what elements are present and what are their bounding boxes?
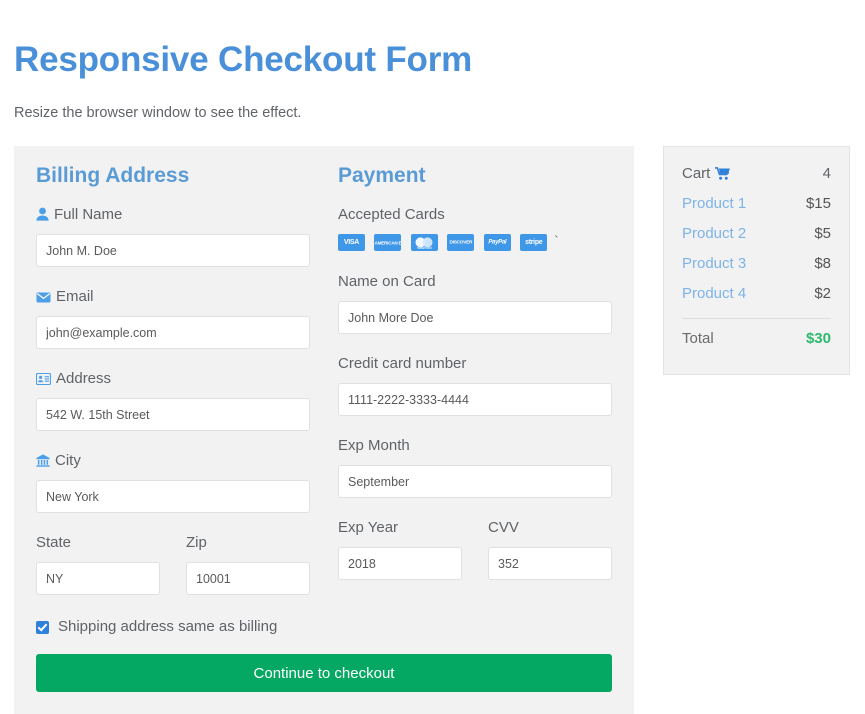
paypal-icon-label: PayPal [488, 239, 507, 245]
form-columns: Billing Address Full Name Email [36, 163, 612, 654]
exp-year-label: Exp Year [338, 519, 399, 536]
visa-icon: VISA [338, 234, 365, 251]
cvv-label: CVV [488, 519, 519, 536]
cart-item-4-price: $2 [814, 285, 831, 302]
cart-item-1[interactable]: Product 1 $15 [682, 189, 831, 219]
stripe-icon: stripe [520, 234, 548, 251]
cart-item-2[interactable]: Product 2 $5 [682, 219, 831, 249]
exp-year-cvv-row: Exp Year CVV [338, 518, 612, 600]
cvv-field: CVV [475, 518, 612, 600]
checkout-layout: Billing Address Full Name Email [14, 146, 851, 714]
payment-heading: Payment [338, 164, 426, 187]
zip-field: Zip [173, 533, 310, 615]
billing-address-heading: Billing Address [36, 164, 190, 187]
paypal-icon: PayPal [483, 234, 511, 251]
cart-panel: Cart 4 Product 1 $15 Product 2 $5 Produc… [663, 146, 850, 375]
stray-backtick: ` [554, 233, 559, 248]
shipping-same-as-billing-label: Shipping address same as billing [58, 618, 278, 635]
checkout-page: Responsive Checkout Form Resize the brow… [0, 0, 865, 714]
exp-month-label: Exp Month [338, 437, 410, 454]
full-name-input[interactable] [36, 234, 310, 267]
cart-item-3-name[interactable]: Product 3 [682, 254, 746, 274]
cart-total-label: Total [682, 330, 714, 347]
zip-input[interactable] [186, 562, 310, 595]
shopping-cart-icon [715, 167, 731, 180]
page-subtitle: Resize the browser window to see the eff… [14, 105, 302, 121]
cart-count: 4 [822, 165, 831, 182]
name-on-card-label: Name on Card [338, 273, 436, 290]
address-label: Address [36, 369, 310, 389]
city-label: City [36, 451, 310, 471]
cart-header: Cart 4 [682, 159, 831, 189]
state-zip-row: State Zip [36, 533, 310, 615]
cvv-input[interactable] [488, 547, 612, 580]
email-label: Email [36, 287, 310, 307]
state-field: State [36, 533, 173, 615]
amex-icon-label: AMERICAN EXPRESS [374, 240, 402, 245]
cart-title: Cart [682, 165, 711, 182]
address-input[interactable] [36, 398, 310, 431]
continue-to-checkout-button[interactable]: Continue to checkout [36, 654, 612, 692]
state-label: State [36, 534, 72, 551]
discover-icon: DISCOVER [447, 234, 475, 251]
email-label-text: Email [56, 288, 94, 305]
cart-item-3[interactable]: Product 3 $8 [682, 249, 831, 279]
shipping-same-as-billing-row[interactable]: Shipping address same as billing [36, 617, 310, 637]
cart-item-4[interactable]: Product 4 $2 [682, 279, 831, 309]
state-input[interactable] [36, 562, 160, 595]
city-label-text: City [55, 452, 81, 469]
cart-header-left: Cart [682, 164, 731, 184]
visa-icon-label: VISA [343, 238, 360, 246]
name-on-card-input[interactable] [338, 301, 612, 334]
cart-item-2-price: $5 [814, 225, 831, 242]
stripe-icon-label: stripe [525, 238, 543, 246]
cart-total-value: $30 [805, 330, 831, 347]
address-label-text: Address [56, 370, 112, 387]
cart-item-1-name[interactable]: Product 1 [682, 194, 746, 214]
shipping-same-as-billing-checkbox[interactable] [36, 620, 49, 634]
discover-icon-label: DISCOVER [449, 240, 473, 245]
checkout-form-panel: Billing Address Full Name Email [14, 146, 634, 714]
cart-item-4-name[interactable]: Product 4 [682, 284, 746, 304]
page-title: Responsive Checkout Form [14, 40, 473, 79]
user-icon [36, 207, 49, 221]
payment-column: Payment Accepted Cards VISA AMERICAN EXP… [324, 163, 612, 654]
address-card-icon [36, 373, 51, 385]
amex-icon: AMERICAN EXPRESS [374, 234, 402, 251]
exp-month-input[interactable] [338, 465, 612, 498]
card-number-input[interactable] [338, 383, 612, 416]
billing-address-column: Billing Address Full Name Email [36, 163, 324, 654]
institution-icon [36, 454, 50, 467]
email-input[interactable] [36, 316, 310, 349]
cart-item-1-price: $15 [805, 195, 831, 212]
cart-item-2-name[interactable]: Product 2 [682, 224, 746, 244]
card-number-label: Credit card number [338, 355, 467, 372]
accepted-cards-row: VISA AMERICAN EXPRESS mastercard DISCOVE… [338, 234, 612, 251]
full-name-label: Full Name [36, 205, 310, 225]
accepted-cards-label: Accepted Cards [338, 206, 445, 223]
mastercard-icon-label: mastercard [416, 245, 432, 250]
cart-item-3-price: $8 [814, 255, 831, 272]
city-input[interactable] [36, 480, 310, 513]
exp-year-field: Exp Year [338, 518, 475, 600]
cart-total-row: Total $30 [682, 324, 831, 354]
full-name-label-text: Full Name [54, 206, 123, 223]
cart-divider [682, 318, 831, 319]
mastercard-icon: mastercard [410, 234, 438, 251]
exp-year-input[interactable] [338, 547, 462, 580]
envelope-icon [36, 292, 51, 303]
zip-label: Zip [186, 534, 207, 551]
